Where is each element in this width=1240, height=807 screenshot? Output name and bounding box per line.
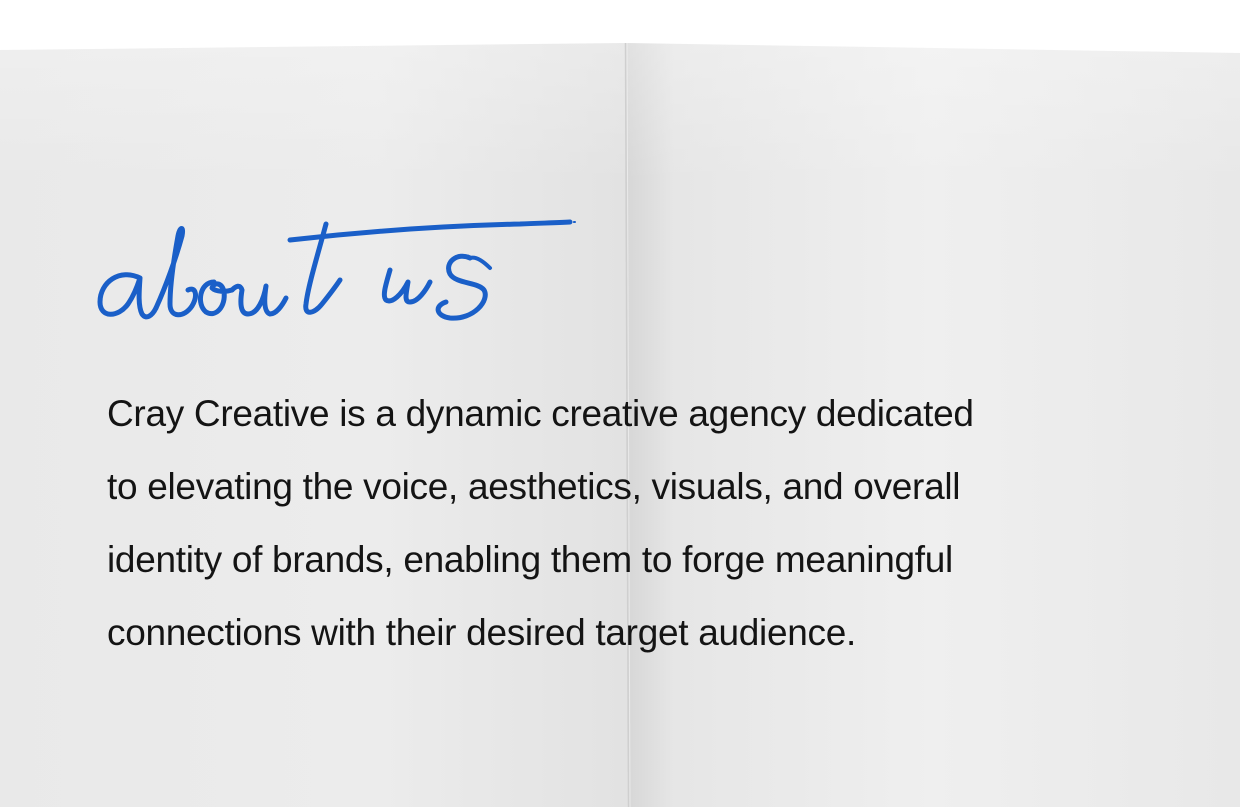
- paragraph-line: to elevating the voice, aesthetics, visu…: [107, 466, 961, 507]
- page: Cray Creative is a dynamic creative agen…: [0, 0, 1240, 807]
- about-paragraph: Cray Creative is a dynamic creative agen…: [107, 377, 1167, 669]
- paragraph-line: Cray Creative is a dynamic creative agen…: [107, 393, 974, 434]
- paragraph-line: connections with their desired target au…: [107, 612, 856, 653]
- paragraph-line: identity of brands, enabling them to for…: [107, 539, 953, 580]
